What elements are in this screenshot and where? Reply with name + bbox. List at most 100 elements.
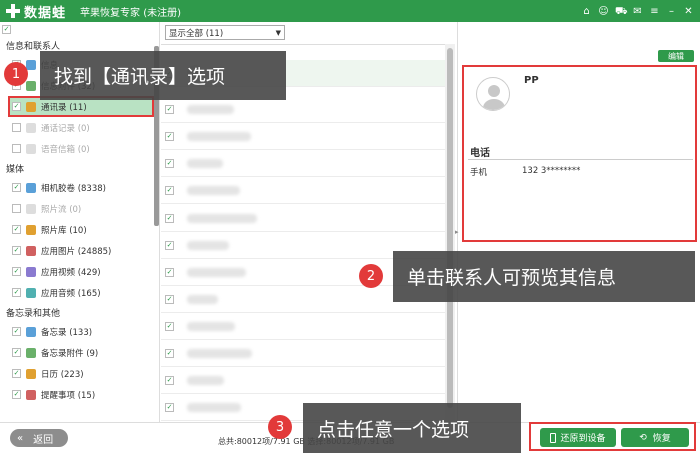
contact-row[interactable]: ✓ — [161, 340, 446, 367]
sidebar-item-checkbox[interactable] — [12, 123, 21, 132]
contact-row[interactable]: ✓ — [161, 177, 446, 204]
contact-row-checkbox[interactable]: ✓ — [165, 185, 174, 195]
sidebar-item-checkbox[interactable]: ✓ — [12, 246, 21, 255]
contact-row[interactable]: ✓ — [161, 367, 446, 394]
menu-icon[interactable]: ≡ — [649, 6, 660, 17]
sidebar-item[interactable]: 通话记录 (0) — [0, 117, 159, 138]
restore-button[interactable]: ⟲ 恢复 — [621, 428, 689, 447]
blurred-contact-name — [187, 267, 246, 277]
section-divider — [468, 159, 693, 160]
phone-number: 132 3******** — [522, 166, 581, 176]
contact-row[interactable]: ✓ — [161, 313, 446, 340]
sidebar-item-checkbox[interactable]: ✓ — [12, 102, 21, 111]
group-title-notes: 备忘录和其他 — [6, 308, 61, 319]
user-icon[interactable]: ☺ — [598, 6, 609, 17]
close-icon[interactable]: ✕ — [683, 6, 694, 17]
restore-icon: ⟲ — [639, 432, 647, 443]
sidebar-item[interactable]: ✓ 应用图片 (24885) — [0, 240, 159, 261]
contact-row[interactable]: ✓ — [161, 96, 446, 123]
filter-select[interactable]: 显示全部 (11) ▼ — [165, 25, 285, 40]
sidebar-item[interactable]: 语音信箱 (0) — [0, 138, 159, 159]
home-icon[interactable]: ⌂ — [581, 6, 592, 17]
sidebar-item[interactable]: ✓ 提醒事项 (15) — [0, 384, 159, 405]
sidebar-item-checkbox[interactable]: ✓ — [12, 183, 21, 192]
sidebar-item[interactable]: ✓ 应用视频 (429) — [0, 261, 159, 282]
sidebar-item[interactable]: ✓ 日历 (223) — [0, 363, 159, 384]
blurred-contact-name — [187, 240, 229, 250]
step3-badge: 3 — [268, 415, 292, 439]
sidebar-item[interactable]: ✓ 照片库 (10) — [0, 219, 159, 240]
panel-splitter-icon[interactable]: ▸ — [455, 228, 459, 236]
sidebar-item-label: 应用音频 (165) — [41, 288, 101, 299]
chat-icon[interactable]: ✉ — [632, 6, 643, 17]
blurred-contact-name — [187, 375, 224, 385]
callout-step1-text: 找到【通讯录】选项 — [54, 66, 226, 88]
sidebar-item[interactable]: ✓ 相机胶卷 (8338) — [0, 177, 159, 198]
restore-to-device-button[interactable]: 还原到设备 — [540, 428, 616, 447]
app-logo: 数据蛙 — [0, 2, 66, 21]
contact-row-checkbox[interactable]: ✓ — [165, 267, 174, 277]
sidebar-item[interactable]: ✓ 备忘录 (133) — [0, 321, 159, 342]
sidebar-item-label: 通讯录 (11) — [41, 102, 87, 113]
blurred-contact-name — [187, 348, 252, 358]
window-controls: ⌂ ☺ ⛟ ✉ ≡ – ✕ — [581, 6, 700, 17]
category-icon — [26, 347, 36, 358]
category-icon — [26, 203, 36, 214]
sidebar-item[interactable]: ✓ 应用音频 (165) — [0, 282, 159, 303]
sidebar-item-label: 语音信箱 (0) — [41, 144, 90, 155]
restore-label: 恢复 — [652, 434, 671, 444]
sidebar-item-checkbox[interactable]: ✓ — [12, 327, 21, 336]
minimize-icon[interactable]: – — [666, 6, 677, 17]
sidebar-item-checkbox[interactable]: ✓ — [12, 267, 21, 276]
contact-row-checkbox[interactable]: ✓ — [165, 213, 174, 223]
callout-step2-text: 单击联系人可预览其信息 — [407, 267, 617, 289]
chevron-down-icon: ▼ — [275, 28, 281, 37]
contact-row-checkbox[interactable]: ✓ — [165, 348, 174, 358]
sidebar-item-checkbox[interactable]: ✓ — [12, 348, 21, 357]
blurred-contact-name — [187, 104, 234, 114]
sidebar-item-checkbox[interactable]: ✓ — [12, 369, 21, 378]
select-all-row[interactable]: ✓ — [0, 22, 159, 36]
sidebar-item-label: 应用图片 (24885) — [41, 246, 112, 257]
filter-value: 显示全部 (11) — [169, 28, 224, 39]
sidebar-item-checkbox[interactable] — [12, 144, 21, 153]
logo-cross-icon — [6, 4, 20, 18]
sidebar-item-label: 日历 (223) — [41, 369, 84, 380]
sidebar-item-label: 相机胶卷 (8338) — [41, 183, 106, 194]
sidebar-item-label: 通话记录 (0) — [41, 123, 90, 134]
category-icon — [26, 326, 36, 337]
back-button[interactable]: « 返回 — [10, 429, 68, 447]
category-icon — [26, 101, 36, 112]
sidebar-item-label: 备忘录附件 (9) — [41, 348, 99, 359]
contact-row[interactable]: ✓ — [161, 150, 446, 177]
cart-icon[interactable]: ⛟ — [615, 6, 628, 17]
edit-button[interactable]: 编辑 — [658, 50, 694, 62]
sidebar-item[interactable]: 照片流 (0) — [0, 198, 159, 219]
blurred-contact-name — [187, 402, 241, 412]
contact-row[interactable]: ✓ — [161, 205, 446, 232]
sidebar-item-label: 备忘录 (133) — [41, 327, 93, 338]
sidebar-item[interactable]: ✓ 备忘录附件 (9) — [0, 342, 159, 363]
contact-row-checkbox[interactable]: ✓ — [165, 375, 174, 385]
sidebar-item-checkbox[interactable]: ✓ — [12, 390, 21, 399]
sidebar-item-checkbox[interactable] — [12, 204, 21, 213]
select-all-checkbox[interactable]: ✓ — [2, 24, 11, 34]
category-icon — [26, 245, 36, 256]
sidebar-item-checkbox[interactable]: ✓ — [12, 288, 21, 297]
category-icon — [26, 389, 36, 400]
contact-row-checkbox[interactable]: ✓ — [165, 104, 174, 114]
contact-row-checkbox[interactable]: ✓ — [165, 240, 174, 250]
contact-row[interactable]: ✓ — [161, 123, 446, 150]
sidebar-item-checkbox[interactable]: ✓ — [12, 225, 21, 234]
blurred-contact-name — [187, 294, 218, 304]
back-label: 返回 — [33, 434, 54, 446]
restore-to-device-label: 还原到设备 — [560, 434, 606, 444]
logo-text: 数据蛙 — [24, 5, 67, 21]
contact-row-checkbox[interactable]: ✓ — [165, 158, 174, 168]
category-icon — [26, 143, 36, 154]
contact-row-checkbox[interactable]: ✓ — [165, 321, 174, 331]
contact-row-checkbox[interactable]: ✓ — [165, 131, 174, 141]
contact-row-checkbox[interactable]: ✓ — [165, 402, 174, 412]
list-scrollbar-thumb[interactable] — [447, 48, 453, 408]
contact-row-checkbox[interactable]: ✓ — [165, 294, 174, 304]
